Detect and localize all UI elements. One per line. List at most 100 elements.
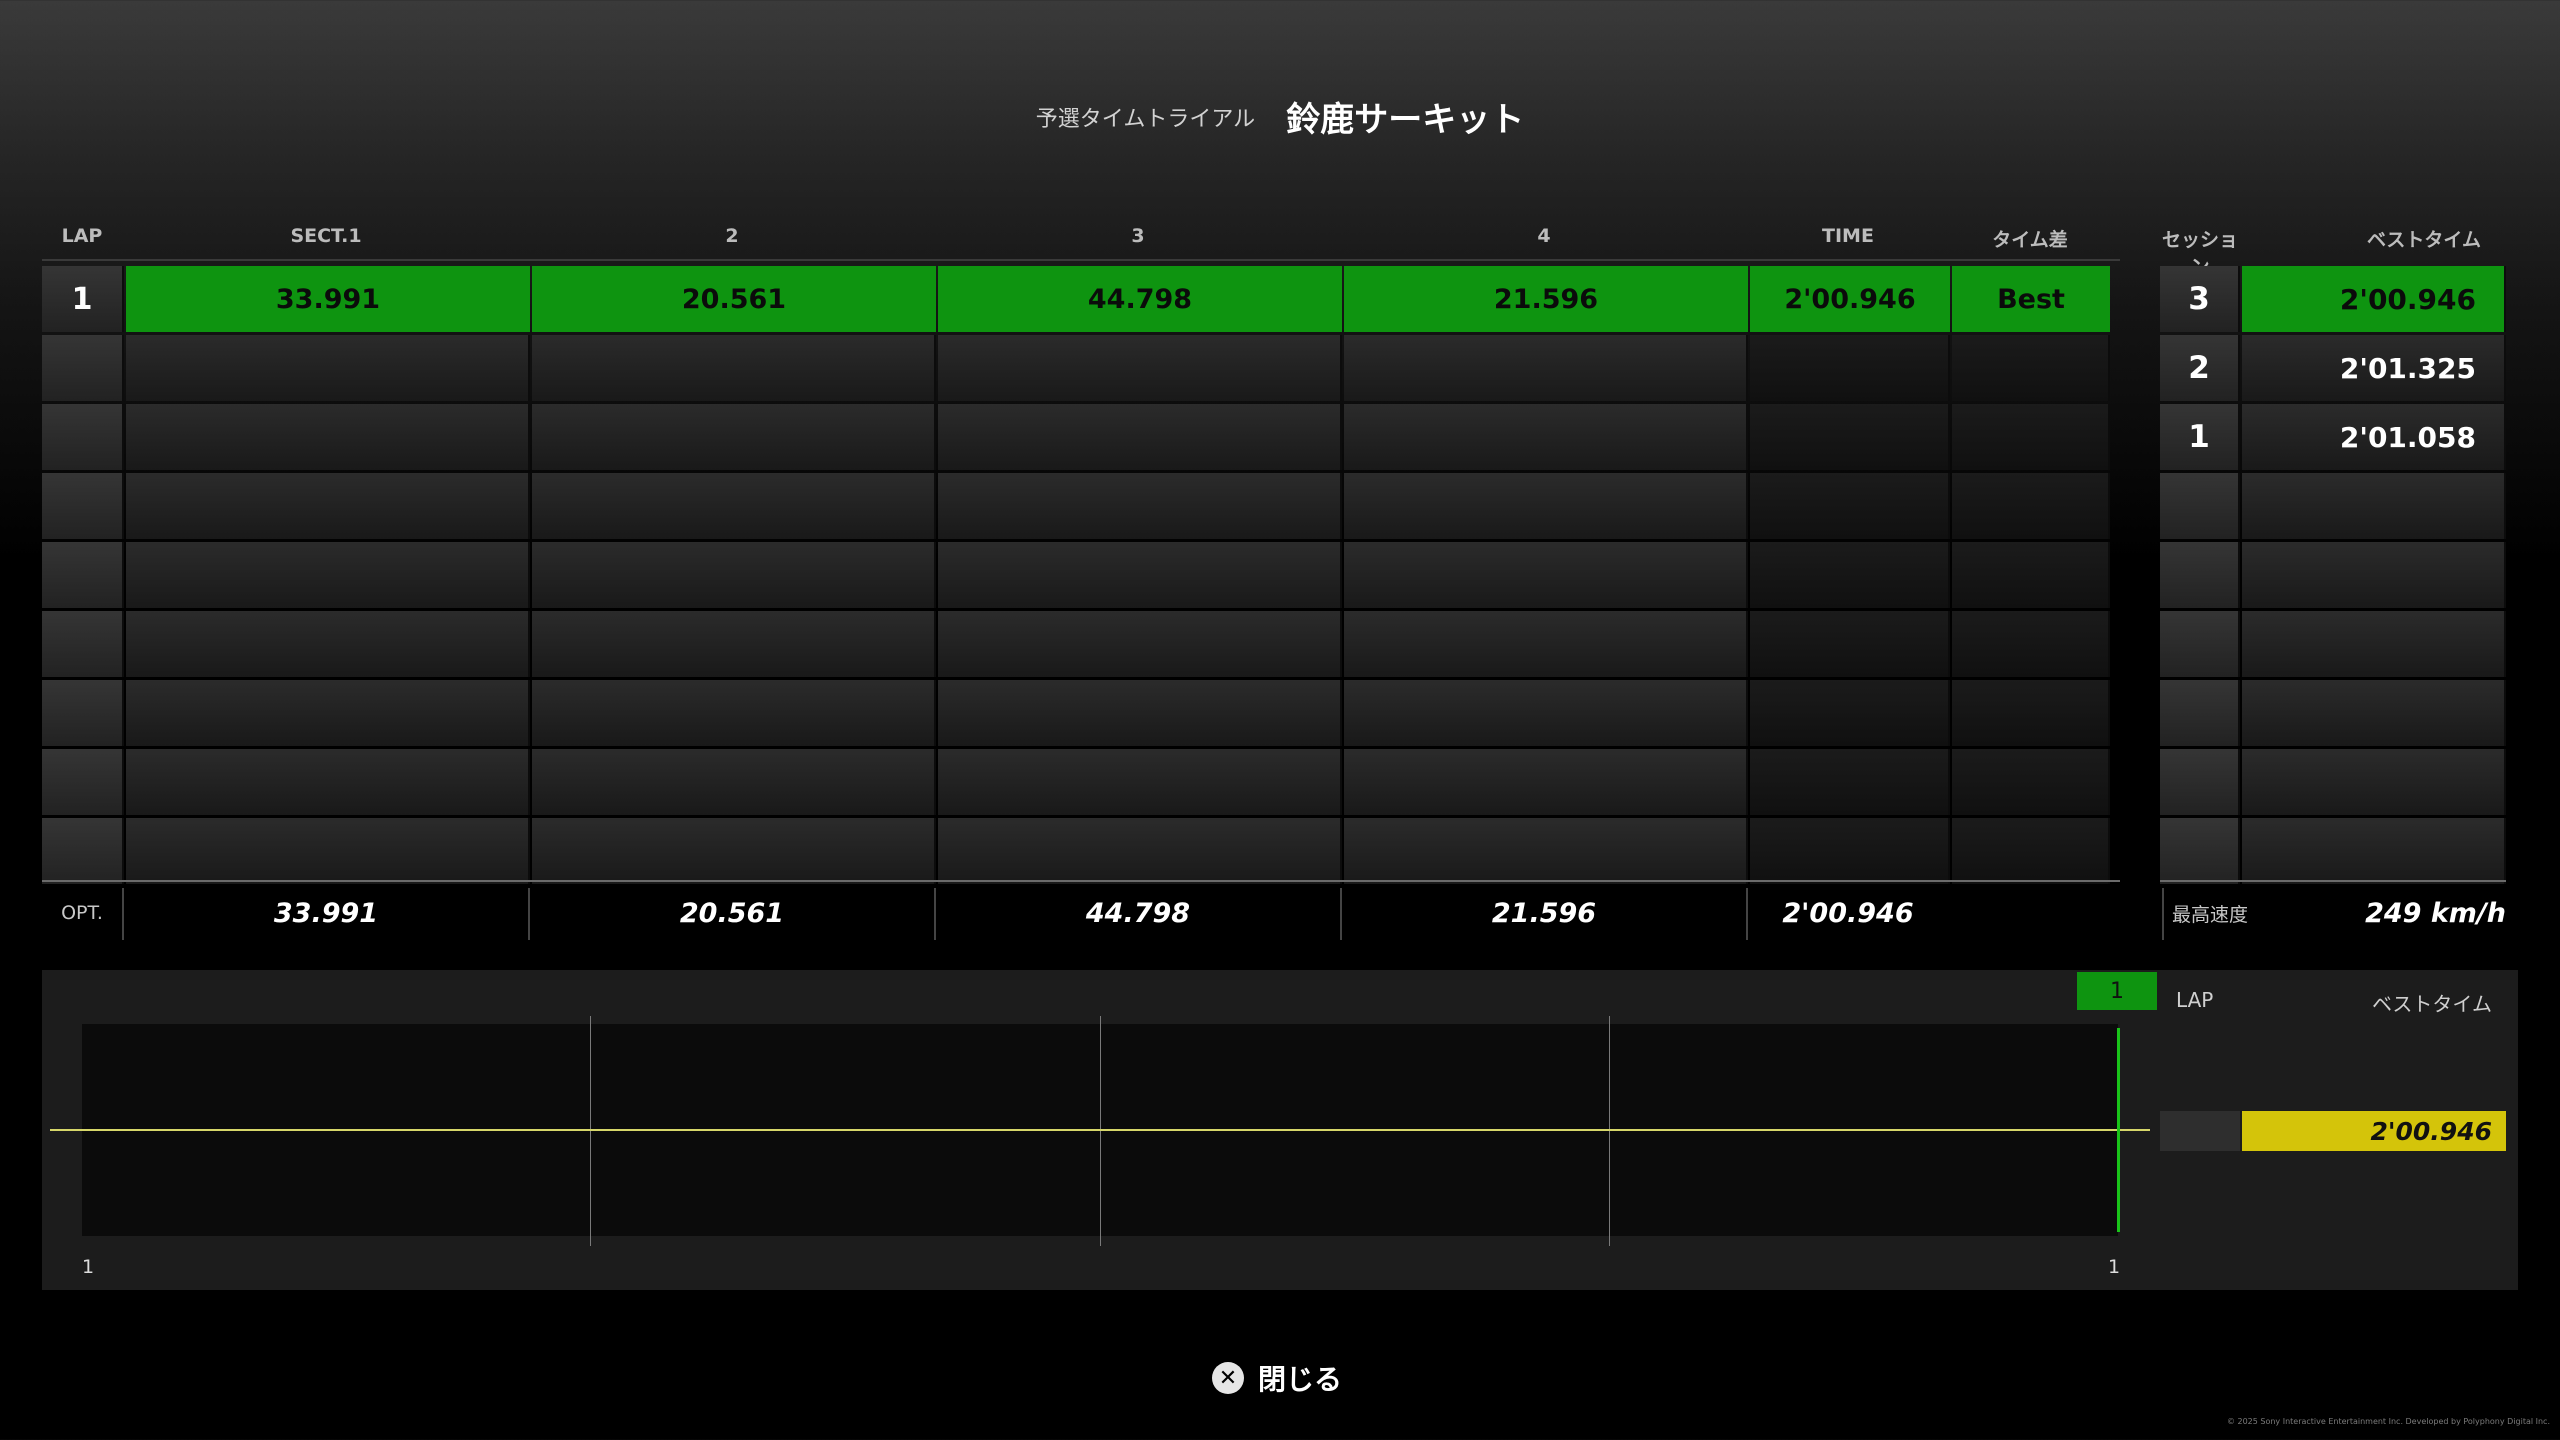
session-row[interactable]: 1 2'01.058: [2160, 404, 2506, 470]
table-cell: [1344, 611, 1748, 677]
table-cell: [42, 680, 124, 746]
session-cell: [2242, 680, 2506, 746]
graph-gridline: [1100, 1016, 1101, 1246]
opt-total-time: 2'00.946: [1782, 897, 1914, 929]
session-bottom-divider: [2160, 880, 2506, 882]
table-cell: [1952, 542, 2110, 608]
session-row[interactable]: 3 2'00.946: [2160, 266, 2506, 332]
table-cell: [1344, 680, 1748, 746]
col-sect2: 2: [725, 225, 739, 247]
opt-sector-3: 44.798: [1085, 897, 1191, 929]
session-row[interactable]: [2160, 542, 2506, 608]
table-row[interactable]: [42, 473, 2120, 539]
top-speed-label: 最高速度: [2172, 903, 2249, 926]
session-number: 1: [2160, 404, 2240, 470]
table-cell: [42, 473, 124, 539]
table-cell: [1344, 404, 1748, 470]
table-cell: [126, 473, 530, 539]
table-cell: [1952, 404, 2110, 470]
lap-marker-badge: 1: [2077, 972, 2157, 1010]
col-lap: LAP: [61, 225, 103, 247]
col-time: TIME: [1822, 225, 1874, 247]
top-speed-value: 249 km/h: [2365, 897, 2506, 929]
table-cell: [532, 335, 936, 401]
table-cell: [42, 611, 124, 677]
col-sect4: 4: [1537, 225, 1551, 247]
table-row[interactable]: [42, 611, 2120, 677]
lap-number: 1: [42, 266, 124, 332]
session-cell: [2160, 611, 2240, 677]
table-cell: [126, 404, 530, 470]
table-cell: [1344, 542, 1748, 608]
table-row[interactable]: 1 33.991 20.561 44.798 21.596 2'00.946 B…: [42, 266, 2120, 332]
table-cell: [938, 611, 1342, 677]
session-best-time: 2'01.325: [2242, 335, 2506, 401]
table-row[interactable]: [42, 335, 2120, 401]
table-row[interactable]: [42, 680, 2120, 746]
session-row[interactable]: [2160, 680, 2506, 746]
table-cell: [1952, 680, 2110, 746]
session-best-time: 2'01.058: [2242, 404, 2506, 470]
table-cell: [532, 818, 936, 884]
session-number: 3: [2160, 266, 2240, 332]
table-row[interactable]: [42, 818, 2120, 884]
table-cell: [1344, 473, 1748, 539]
table-row[interactable]: [42, 542, 2120, 608]
table-row[interactable]: [42, 404, 2120, 470]
sector-1-time: 33.991: [126, 266, 530, 332]
session-cell: [2242, 542, 2506, 608]
table-cell: [532, 611, 936, 677]
session-row[interactable]: [2160, 818, 2506, 884]
table-cell: [938, 749, 1342, 815]
graph-legend-swatch: [2160, 1111, 2240, 1151]
current-lap-marker: [2117, 1028, 2120, 1232]
col-sect1: SECT.1: [290, 225, 362, 247]
sector-4-time: 21.596: [1344, 266, 1748, 332]
sector-3-time: 44.798: [938, 266, 1342, 332]
graph-legend-value: 2'00.946: [2242, 1111, 2506, 1151]
table-row[interactable]: [42, 749, 2120, 815]
table-cell: [126, 611, 530, 677]
table-cell: [532, 542, 936, 608]
table-cell: [42, 404, 124, 470]
table-cell: [532, 680, 936, 746]
table-cell: [1750, 542, 1950, 608]
speed-separator: [2162, 888, 2164, 940]
table-cell: [1952, 611, 2110, 677]
session-row[interactable]: [2160, 611, 2506, 677]
close-label: 閉じる: [1258, 1363, 1343, 1396]
table-cell: [1750, 749, 1950, 815]
table-cell: [1952, 335, 2110, 401]
table-cell: [1344, 335, 1748, 401]
table-cell: [938, 818, 1342, 884]
table-cell: [532, 473, 936, 539]
session-cell: [2242, 818, 2506, 884]
table-cell: [938, 404, 1342, 470]
table-cell: [1750, 611, 1950, 677]
session-row[interactable]: [2160, 473, 2506, 539]
session-row[interactable]: 2 2'01.325: [2160, 335, 2506, 401]
table-cell: [1952, 749, 2110, 815]
session-row[interactable]: [2160, 749, 2506, 815]
table-cell: [1344, 818, 1748, 884]
col-best: ベストタイム: [2366, 229, 2481, 251]
session-cell: [2160, 473, 2240, 539]
session-number: 2: [2160, 335, 2240, 401]
session-cell: [2160, 680, 2240, 746]
col-sect3: 3: [1131, 225, 1145, 247]
sector-2-time: 20.561: [532, 266, 936, 332]
opt-label: OPT.: [61, 902, 103, 924]
table-cell: [1750, 680, 1950, 746]
time-diff: Best: [1952, 266, 2110, 332]
close-button[interactable]: ✕ 閉じる: [1212, 1358, 1342, 1398]
graph-gridline: [590, 1016, 591, 1246]
table-cell: [42, 749, 124, 815]
table-cell: [42, 542, 124, 608]
session-cell: [2242, 473, 2506, 539]
session-cell: [2160, 542, 2240, 608]
session-cell: [2242, 749, 2506, 815]
session-cell: [2242, 611, 2506, 677]
table-cell: [42, 818, 124, 884]
graph-legend-best: ベストタイム: [2372, 992, 2492, 1016]
table-cell: [938, 473, 1342, 539]
